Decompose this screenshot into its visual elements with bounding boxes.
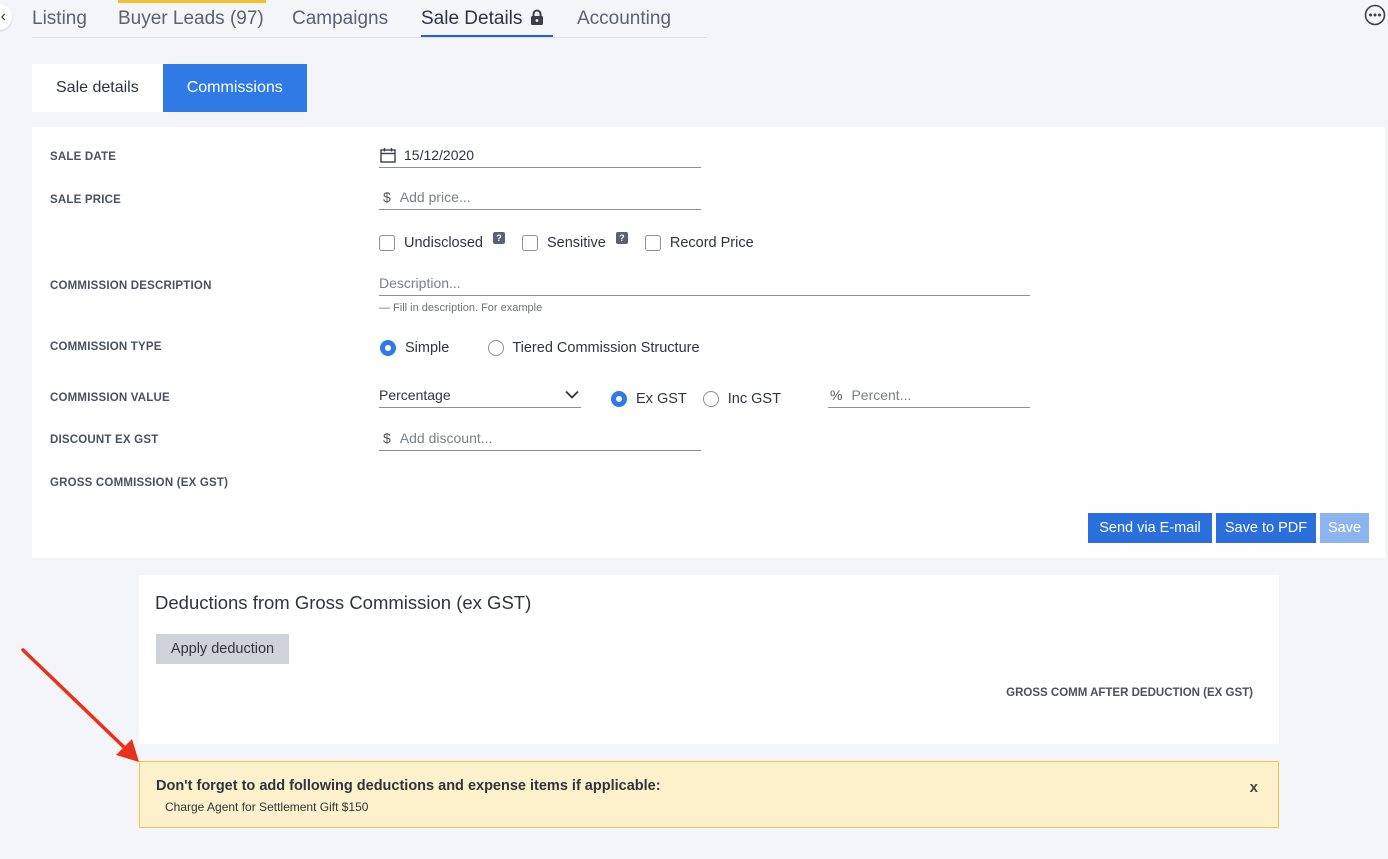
close-icon[interactable]: x bbox=[1250, 779, 1258, 796]
tab-sale-details-label: Sale Details bbox=[421, 8, 523, 29]
radio-ex-gst-label: Ex GST bbox=[636, 391, 687, 407]
sale-price-input[interactable]: $ Add price... bbox=[379, 184, 701, 210]
radio-tiered[interactable] bbox=[488, 340, 505, 356]
gst-type-group: Ex GST Inc GST bbox=[611, 391, 781, 407]
undisclosed-label: Undisclosed bbox=[404, 235, 483, 251]
value-type-selected: Percentage bbox=[379, 386, 451, 403]
sale-date-field[interactable]: 15/12/2020 bbox=[379, 142, 701, 168]
percent-placeholder: Percent... bbox=[851, 386, 912, 403]
lock-icon bbox=[531, 9, 544, 25]
radio-inc-gst[interactable] bbox=[702, 391, 719, 407]
radio-ex-gst[interactable] bbox=[611, 391, 627, 407]
tab-buyer-leads[interactable]: Buyer Leads (97) bbox=[118, 8, 264, 30]
gross-commission-label: GROSS COMMISSION (EX GST) bbox=[50, 477, 229, 489]
commission-description-label: COMMISSION DESCRIPTION bbox=[50, 280, 212, 292]
help-icon[interactable]: ? bbox=[615, 232, 628, 244]
tab-accounting[interactable]: Accounting bbox=[577, 8, 671, 30]
percent-input[interactable]: % Percent... bbox=[828, 382, 1030, 408]
discount-label: DISCOUNT EX GST bbox=[50, 434, 159, 446]
radio-tiered-label: Tiered Commission Structure bbox=[512, 340, 700, 356]
deductions-title: Deductions from Gross Commission (ex GST… bbox=[155, 592, 532, 613]
radio-inc-gst-label: Inc GST bbox=[727, 391, 781, 407]
discount-placeholder: Add discount... bbox=[399, 429, 493, 446]
tab-sale-details[interactable]: Sale Details bbox=[421, 8, 544, 30]
record-price-label: Record Price bbox=[669, 235, 754, 251]
currency-prefix: $ bbox=[383, 188, 391, 205]
gross-after-deduction-label: GROSS COMM AFTER DEDUCTION (EX GST) bbox=[1006, 687, 1253, 699]
value-type-select[interactable]: Percentage bbox=[379, 382, 581, 408]
help-icon[interactable]: ? bbox=[493, 232, 505, 244]
radio-simple-label: Simple bbox=[405, 340, 450, 356]
save-button[interactable]: Save bbox=[1320, 513, 1369, 543]
sale-price-label: SALE PRICE bbox=[50, 194, 122, 206]
deductions-panel: Deductions from Gross Commission (ex GST… bbox=[139, 575, 1279, 744]
deductions-reminder-alert: Don't forget to add following deductions… bbox=[139, 761, 1279, 828]
save-pdf-button[interactable]: Save to PDF bbox=[1216, 513, 1316, 543]
send-email-button[interactable]: Send via E-mail bbox=[1088, 513, 1212, 543]
description-input[interactable]: Description... bbox=[379, 270, 1030, 296]
top-tab-bar: Listing Buyer Leads (97) Campaigns Sale … bbox=[32, 0, 707, 38]
record-price-checkbox[interactable] bbox=[644, 235, 661, 251]
sale-date-value: 15/12/2020 bbox=[404, 146, 475, 163]
more-options-icon[interactable] bbox=[1364, 4, 1386, 26]
tab-highlight-bar bbox=[118, 0, 266, 3]
commission-type-group: Simple Tiered Commission Structure bbox=[380, 340, 700, 356]
description-hint: — Fill in description. For example bbox=[379, 302, 543, 314]
price-options-row: Undisclosed ? Sensitive ? Record Price bbox=[379, 232, 754, 252]
annotation-arrow-icon bbox=[21, 648, 139, 762]
calendar-icon bbox=[380, 147, 396, 163]
discount-input[interactable]: $ Add discount... bbox=[379, 425, 701, 451]
currency-prefix: $ bbox=[383, 429, 391, 446]
percent-prefix: % bbox=[830, 386, 843, 403]
sensitive-label: Sensitive bbox=[547, 235, 606, 251]
sensitive-checkbox[interactable] bbox=[522, 235, 538, 251]
apply-deduction-button[interactable]: Apply deduction bbox=[156, 634, 289, 664]
commission-form-panel: SALE DATE 15/12/2020 SALE PRICE $ Add pr… bbox=[32, 127, 1385, 558]
undisclosed-checkbox[interactable] bbox=[379, 235, 395, 251]
tab-listing[interactable]: Listing bbox=[32, 8, 87, 30]
alert-heading: Don't forget to add following deductions… bbox=[156, 778, 661, 794]
description-placeholder: Description... bbox=[379, 274, 461, 291]
commission-type-label: COMMISSION TYPE bbox=[50, 341, 162, 353]
sale-date-label: SALE DATE bbox=[50, 151, 117, 163]
active-tab-underline bbox=[421, 35, 553, 37]
commission-value-label: COMMISSION VALUE bbox=[50, 392, 170, 404]
subtab-sale-details[interactable]: Sale details bbox=[32, 64, 163, 112]
tab-campaigns[interactable]: Campaigns bbox=[292, 8, 388, 30]
chevron-down-icon bbox=[565, 390, 579, 399]
back-icon[interactable]: ‹ bbox=[0, 4, 12, 30]
radio-simple[interactable] bbox=[380, 340, 396, 356]
sale-price-placeholder: Add price... bbox=[399, 188, 471, 205]
alert-item: Charge Agent for Settlement Gift $150 bbox=[165, 800, 369, 814]
subtab-commissions[interactable]: Commissions bbox=[162, 64, 307, 112]
sub-tab-bar: Sale details Commissions bbox=[32, 64, 307, 112]
